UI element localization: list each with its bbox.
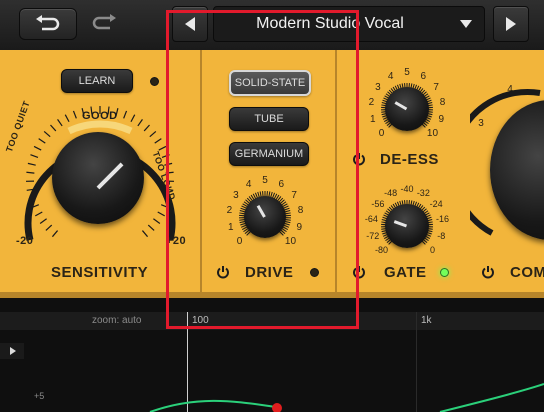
sensitivity-tick bbox=[38, 138, 46, 144]
scale-label: 6 bbox=[420, 70, 427, 82]
triangle-down-icon[interactable] bbox=[454, 7, 478, 41]
scale-label: -24 bbox=[429, 198, 443, 209]
sensitivity-pointer bbox=[96, 162, 124, 190]
scale-label: -32 bbox=[416, 187, 430, 198]
scale-label: 7 bbox=[291, 189, 297, 201]
sensitivity-tick bbox=[34, 211, 43, 217]
sensitivity-tick bbox=[57, 119, 63, 127]
sensitivity-tick bbox=[149, 130, 157, 138]
deess-title: DE-ESS bbox=[380, 151, 439, 168]
drive-led bbox=[310, 268, 319, 277]
scale-label: 3 bbox=[375, 81, 381, 93]
scale-label: 0 bbox=[378, 128, 385, 140]
sensitivity-tick bbox=[161, 154, 170, 158]
scale-label: 0 bbox=[236, 236, 243, 248]
scale-label: 9 bbox=[296, 222, 303, 234]
gate-title: GATE bbox=[384, 264, 427, 281]
scale-label: 1 bbox=[227, 222, 234, 234]
eq-node[interactable] bbox=[272, 403, 282, 412]
sensitivity-tick bbox=[154, 138, 162, 144]
gate-led bbox=[440, 268, 449, 277]
mode-tube[interactable]: TUBE bbox=[229, 107, 309, 131]
scale-label: 7 bbox=[433, 81, 439, 93]
scale-label: -64 bbox=[364, 214, 378, 225]
gate-knob[interactable] bbox=[385, 204, 429, 248]
triangle-right-icon bbox=[494, 7, 528, 41]
sensitivity-tick bbox=[33, 145, 42, 151]
deess-knob[interactable] bbox=[385, 87, 429, 131]
scale-label: 2 bbox=[368, 97, 375, 109]
sensitivity-tick bbox=[141, 230, 149, 238]
mode-germanium[interactable]: GERMANIUM bbox=[229, 142, 309, 166]
preset-name: Modern Studio Vocal bbox=[256, 15, 404, 32]
scale-label: 2 bbox=[226, 205, 233, 217]
preset-selector[interactable]: Modern Studio Vocal bbox=[213, 6, 485, 42]
drive-pointer bbox=[256, 204, 266, 218]
scale-label: 6 bbox=[278, 178, 285, 190]
sensitivity-knob[interactable] bbox=[52, 132, 144, 224]
redo-button[interactable] bbox=[83, 8, 125, 38]
sensitivity-tick bbox=[43, 130, 51, 138]
undo-icon bbox=[20, 9, 76, 39]
section-divider bbox=[200, 50, 202, 295]
sensitivity-tick bbox=[72, 110, 77, 119]
sensitivity-max: +20 bbox=[166, 235, 187, 247]
preset-next-button[interactable] bbox=[493, 6, 529, 42]
comp-power-icon[interactable] bbox=[481, 265, 495, 279]
drive-knob[interactable] bbox=[244, 196, 286, 238]
drive-power-icon[interactable] bbox=[216, 265, 230, 279]
sensitivity-tick bbox=[147, 224, 155, 231]
eq-curve bbox=[149, 383, 544, 412]
compressor-title: COM bbox=[510, 264, 544, 281]
good-label: GOOD bbox=[82, 110, 118, 122]
sensitivity-tick bbox=[27, 162, 36, 166]
deess-pointer bbox=[394, 101, 408, 111]
scale-label: -56 bbox=[371, 198, 385, 209]
plugin-window: Modern Studio Vocal LEARN GOOD TOO QUIET… bbox=[0, 0, 544, 412]
scale-label: 3 bbox=[233, 189, 239, 201]
sensitivity-title: SENSITIVITY bbox=[51, 264, 149, 281]
sensitivity-tick bbox=[64, 114, 70, 123]
scale-label: -80 bbox=[375, 245, 389, 256]
scale-label: 10 bbox=[426, 128, 439, 140]
sensitivity-tick bbox=[39, 218, 47, 224]
sensitivity-tick bbox=[130, 114, 136, 123]
sensitivity-tick bbox=[26, 171, 35, 174]
undo-button[interactable] bbox=[19, 8, 77, 40]
sensitivity-tick bbox=[51, 230, 59, 238]
mode-solid-state[interactable]: SOLID-STATE bbox=[229, 70, 311, 96]
sensitivity-tick bbox=[157, 211, 166, 217]
deess-power-icon[interactable] bbox=[352, 152, 366, 166]
scale-label: 8 bbox=[439, 97, 446, 109]
sensitivity-tick bbox=[45, 224, 53, 231]
sensitivity-tick bbox=[30, 154, 39, 158]
gate-power-icon[interactable] bbox=[352, 265, 366, 279]
scale-label: -16 bbox=[436, 214, 450, 225]
scale-label: 1 bbox=[369, 114, 376, 126]
sensitivity-min: -20 bbox=[16, 235, 34, 247]
sensitivity-tick bbox=[50, 124, 57, 132]
scale-label: 0 bbox=[429, 245, 435, 256]
triangle-left-icon bbox=[173, 7, 207, 41]
gate-pointer bbox=[393, 220, 408, 228]
scale-label: 9 bbox=[438, 114, 445, 126]
learn-button[interactable]: LEARN bbox=[61, 69, 133, 93]
redo-icon bbox=[83, 8, 125, 38]
section-divider bbox=[335, 50, 337, 295]
sensitivity-tick bbox=[153, 218, 161, 224]
drive-title: DRIVE bbox=[245, 264, 294, 281]
scale-label: -72 bbox=[366, 231, 380, 242]
preset-prev-button[interactable] bbox=[172, 6, 208, 42]
learn-led bbox=[150, 77, 159, 86]
scale-label: -8 bbox=[437, 231, 446, 242]
sensitivity-tick bbox=[137, 119, 143, 127]
sensitivity-tick bbox=[143, 124, 150, 132]
sensitivity-tick bbox=[123, 110, 128, 119]
scale-label: 8 bbox=[297, 205, 304, 217]
scale-label: 10 bbox=[284, 236, 297, 248]
